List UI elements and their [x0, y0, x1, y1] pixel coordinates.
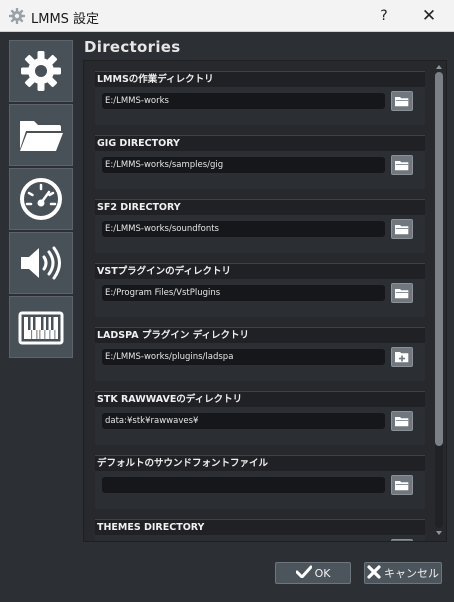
- close-button[interactable]: ✕: [418, 5, 440, 27]
- browse-working-directory-button[interactable]: [391, 91, 413, 111]
- nav-item-performance[interactable]: [9, 168, 73, 230]
- directory-label: LMMSの作業ディレクトリ: [95, 71, 425, 87]
- midi-keyboard-icon: [17, 307, 65, 347]
- speaker-icon: [17, 243, 65, 283]
- folder-icon: [395, 220, 409, 239]
- help-button[interactable]: ?: [374, 5, 394, 27]
- ok-button[interactable]: OK: [275, 562, 351, 584]
- directory-group-working: LMMSの作業ディレクトリ E:/LMMS-works: [95, 71, 425, 125]
- directory-label: GIG DIRECTORY: [95, 135, 425, 151]
- directory-list: LMMSの作業ディレクトリ E:/LMMS-works GIG DIRECTOR…: [95, 71, 425, 542]
- scroll-up-arrow-icon[interactable]: [436, 65, 442, 69]
- browse-sf2-directory-button[interactable]: [391, 219, 413, 239]
- working-directory-field[interactable]: E:/LMMS-works: [102, 93, 385, 109]
- add-ladspa-directory-button[interactable]: [391, 347, 413, 367]
- directories-panel: LMMSの作業ディレクトリ E:/LMMS-works GIG DIRECTOR…: [83, 60, 447, 542]
- folder-icon: [395, 92, 409, 111]
- directory-group-vst: VSTプラグインのディレクトリ E:/Program Files/VstPlug…: [95, 263, 425, 317]
- stk-rawwave-directory-field[interactable]: data:¥stk¥rawwaves¥: [102, 413, 385, 429]
- directory-label: LADSPA プラグイン ディレクトリ: [95, 327, 425, 343]
- directory-group-sf2: SF2 DIRECTORY E:/LMMS-works/soundfonts: [95, 199, 425, 253]
- directory-label: STK RAWWAVEのディレクトリ: [95, 391, 425, 407]
- section-title: Directories: [84, 38, 181, 56]
- browse-gig-directory-button[interactable]: [391, 155, 413, 175]
- directory-group-stk: STK RAWWAVEのディレクトリ data:¥stk¥rawwaves¥: [95, 391, 425, 445]
- cancel-label: キャンセル: [384, 567, 439, 580]
- directory-label: SF2 DIRECTORY: [95, 199, 425, 215]
- gig-directory-field[interactable]: E:/LMMS-works/samples/gig: [102, 157, 385, 173]
- nav-item-midi[interactable]: [9, 296, 73, 358]
- browse-stk-rawwave-directory-button[interactable]: [391, 411, 413, 431]
- browse-vst-directory-button[interactable]: [391, 283, 413, 303]
- browse-default-soundfont-button[interactable]: [391, 475, 413, 495]
- browse-themes-directory-button[interactable]: [391, 539, 413, 542]
- settings-nav: [9, 40, 73, 360]
- scroll-down-arrow-icon[interactable]: [436, 531, 442, 535]
- directory-label: THEMES DIRECTORY: [95, 519, 425, 535]
- directory-group-default-soundfont: デフォルトのサウンドフォントファイル: [95, 455, 425, 509]
- directory-group-ladspa: LADSPA プラグイン ディレクトリ E:/LMMS-works/plugin…: [95, 327, 425, 381]
- add-folder-icon: [395, 348, 409, 367]
- nav-item-audio[interactable]: [9, 232, 73, 294]
- scrollbar-thumb[interactable]: [435, 72, 443, 446]
- directory-group-themes: THEMES DIRECTORY: [95, 519, 425, 542]
- check-icon: [295, 565, 315, 581]
- themes-directory-field[interactable]: [102, 541, 385, 542]
- directory-group-gig: GIG DIRECTORY E:/LMMS-works/samples/gig: [95, 135, 425, 189]
- folder-icon: [395, 156, 409, 175]
- window-title: LMMS 設定: [31, 12, 100, 27]
- folder-icon: [17, 115, 65, 155]
- gauge-icon: [18, 176, 64, 222]
- vst-directory-field[interactable]: E:/Program Files/VstPlugins: [102, 285, 385, 301]
- directory-label: デフォルトのサウンドフォントファイル: [95, 455, 425, 471]
- default-soundfont-field[interactable]: [102, 477, 385, 493]
- folder-icon: [395, 476, 409, 495]
- nav-item-general[interactable]: [9, 40, 73, 102]
- lmms-gear-icon: [8, 7, 26, 25]
- ok-label: OK: [314, 566, 331, 580]
- sf2-directory-field[interactable]: E:/LMMS-works/soundfonts: [102, 221, 385, 237]
- folder-icon: [395, 412, 409, 431]
- gear-icon: [18, 48, 64, 94]
- ladspa-directory-field[interactable]: E:/LMMS-works/plugins/ladspa: [102, 349, 385, 365]
- folder-icon: [395, 284, 409, 303]
- cancel-button[interactable]: キャンセル: [364, 562, 442, 584]
- directory-label: VSTプラグインのディレクトリ: [95, 263, 425, 279]
- title-bar: LMMS 設定 ? ✕: [0, 0, 454, 32]
- x-icon: [367, 564, 384, 582]
- nav-item-directories[interactable]: [9, 104, 73, 166]
- vertical-scrollbar[interactable]: [434, 62, 444, 540]
- folder-icon: [395, 540, 409, 542]
